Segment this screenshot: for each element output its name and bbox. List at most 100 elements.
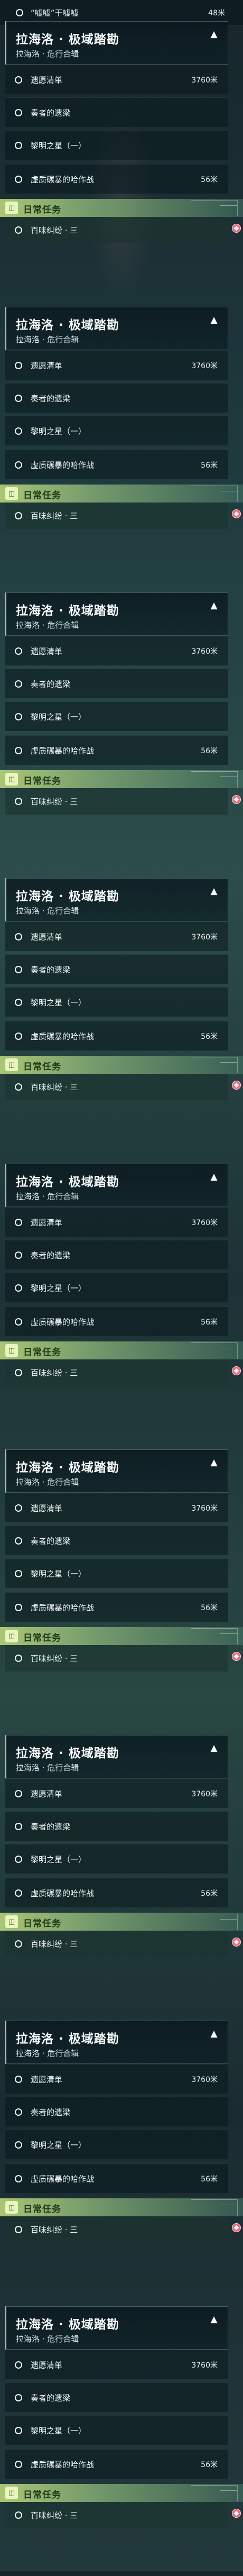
daily-quest-header[interactable]: ◫ 日常任务 <box>0 1056 243 1074</box>
quest-label: 奏者的遗梁 <box>31 965 71 974</box>
daily-quest-header[interactable]: ◫ 日常任务 <box>0 2198 243 2216</box>
radio-circle-icon <box>15 2394 22 2401</box>
quest-row[interactable]: 黎明之星（一） <box>5 1558 228 1588</box>
daily-quest-row[interactable]: 百味纠纷 · 三 <box>5 503 228 529</box>
quest-row[interactable]: 虚质碾暴的哈作战 56米 <box>5 1592 228 1622</box>
chevron-up-icon[interactable]: ▲ <box>207 27 221 42</box>
quest-row[interactable]: 奏者的遗梁 <box>5 2097 228 2126</box>
quest-row[interactable]: 虚质碾暴的哈作战 56米 <box>5 450 228 479</box>
quest-row[interactable]: 黎明之星（一） <box>5 701 228 731</box>
quest-row[interactable]: 遗愿清单 3760米 <box>5 65 228 94</box>
quest-row[interactable]: 黎明之星（一） <box>5 1844 228 1874</box>
quest-row[interactable]: 虚质碾暴的哈作战 56米 <box>5 2163 228 2193</box>
daily-quest-header[interactable]: ◫ 日常任务 <box>0 199 243 217</box>
quest-row[interactable]: 奏者的遗梁 <box>5 1240 228 1269</box>
quest-row[interactable]: 虚质碾暴的哈作战 56米 <box>5 164 228 194</box>
quest-row[interactable]: 黎明之星（一） <box>5 2415 228 2445</box>
quest-row[interactable]: 虚质碾暴的哈作战 56米 <box>5 1021 228 1051</box>
quest-row[interactable]: 遗愿清单 3760米 <box>5 1778 228 1808</box>
quest-row[interactable]: 奏者的遗梁 <box>5 954 228 984</box>
alert-diamond-icon[interactable] <box>232 2509 241 2518</box>
quest-label: 黎明之星（一） <box>31 1283 87 1293</box>
quest-label: 虚质碾暴的哈作战 <box>31 2174 95 2184</box>
quest-row[interactable]: 奏者的遗梁 <box>5 1525 228 1555</box>
group-header[interactable]: 拉海洛 · 极域踏勘 拉海洛 · 危行合辑 ▲ <box>5 1449 228 1493</box>
daily-quest-row[interactable]: 百味纠纷 · 三 <box>5 1359 228 1386</box>
daily-quest-header[interactable]: ◫ 日常任务 <box>0 1341 243 1359</box>
chevron-up-icon[interactable]: ▲ <box>207 1170 221 1184</box>
quest-distance: 56米 <box>201 1889 218 1898</box>
quest-row[interactable]: 遗愿清单 3760米 <box>5 1493 228 1522</box>
group-header[interactable]: 拉海洛 · 极域踏勘 拉海洛 · 危行合辑 ▲ <box>5 1735 228 1778</box>
group-title: 拉海洛 · 极域踏勘 <box>16 2032 119 2046</box>
quest-row[interactable]: 遗愿清单 3760米 <box>5 2064 228 2094</box>
quest-row[interactable]: 遗愿清单 3760米 <box>5 921 228 951</box>
group-header[interactable]: 拉海洛 · 极域踏勘 拉海洛 · 危行合辑 ▲ <box>5 1164 228 1207</box>
daily-quest-header[interactable]: ◫ 日常任务 <box>0 770 243 788</box>
alert-diamond-icon[interactable] <box>232 224 241 233</box>
chevron-up-icon[interactable]: ▲ <box>207 598 221 613</box>
group-subtitle: 拉海洛 · 危行合辑 <box>16 906 79 916</box>
quest-row[interactable]: 黎明之星（一） <box>5 416 228 445</box>
quest-row[interactable]: 奏者的遗梁 <box>5 669 228 698</box>
daily-quest-row[interactable]: 百味纠纷 · 三 <box>5 1645 228 1671</box>
quest-row[interactable]: 黎明之星（一） <box>5 1273 228 1302</box>
radio-circle-icon <box>15 965 22 973</box>
group-header[interactable]: 拉海洛 · 极域踏勘 拉海洛 · 危行合辑 ▲ <box>5 592 228 636</box>
chevron-up-icon[interactable]: ▲ <box>207 884 221 899</box>
daily-quest-row[interactable]: 百味纠纷 · 三 <box>5 788 228 815</box>
quest-row[interactable]: 黎明之星（一） <box>5 130 228 160</box>
quest-row[interactable]: 遗愿清单 3760米 <box>5 2350 228 2379</box>
chevron-up-icon[interactable]: ▲ <box>207 2026 221 2041</box>
quest-row[interactable]: 黎明之星（一） <box>5 987 228 1017</box>
daily-quest-title: 日常任务 <box>23 2204 61 2215</box>
group-header[interactable]: 拉海洛 · 极域踏勘 拉海洛 · 危行合辑 ▲ <box>5 307 228 350</box>
chevron-up-icon[interactable]: ▲ <box>207 1741 221 1756</box>
daily-quest-header[interactable]: ◫ 日常任务 <box>0 2484 243 2502</box>
quest-group-1: 拉海洛 · 极域踏勘 拉海洛 · 危行合辑 ▲ 遗愿清单 3760米 奏者的遗梁… <box>0 5 243 291</box>
chevron-up-icon[interactable]: ▲ <box>207 313 221 327</box>
daily-quest-row[interactable]: 百味纠纷 · 三 <box>5 2216 228 2243</box>
chevron-up-icon[interactable]: ▲ <box>207 1455 221 1470</box>
quest-row[interactable]: 虚质碾暴的哈作战 56米 <box>5 1307 228 1336</box>
group-header[interactable]: 拉海洛 · 极域踏勘 拉海洛 · 危行合辑 ▲ <box>5 2306 228 2350</box>
header-decoration <box>191 2199 238 2216</box>
chevron-up-icon[interactable]: ▲ <box>207 2312 221 2327</box>
quest-row[interactable]: 奏者的遗梁 <box>5 383 228 413</box>
quest-row[interactable]: 虚质碾暴的哈作战 56米 <box>5 735 228 765</box>
group-header[interactable]: 拉海洛 · 极域踏勘 拉海洛 · 危行合辑 ▲ <box>5 2021 228 2064</box>
quest-row[interactable]: 遗愿清单 3760米 <box>5 1207 228 1237</box>
quest-label: 奏者的遗梁 <box>31 108 71 117</box>
quest-label: 奏者的遗梁 <box>31 2393 71 2403</box>
quest-row[interactable]: 黎明之星（一） <box>5 2130 228 2159</box>
daily-quest-row[interactable]: 百味纠纷 · 三 <box>5 2502 228 2528</box>
group-subtitle: 拉海洛 · 危行合辑 <box>16 1763 79 1773</box>
quest-row[interactable]: 奏者的遗梁 <box>5 2382 228 2412</box>
daily-quest-header[interactable]: ◫ 日常任务 <box>0 1627 243 1645</box>
alert-diamond-icon[interactable] <box>232 795 241 804</box>
daily-quest-row[interactable]: 百味纠纷 · 三 <box>5 217 228 243</box>
alert-diamond-icon[interactable] <box>232 1938 241 1947</box>
quest-row[interactable]: 奏者的遗梁 <box>5 1811 228 1841</box>
quest-row[interactable]: 遗愿清单 3760米 <box>5 636 228 665</box>
alert-diamond-icon[interactable] <box>232 1366 241 1375</box>
alert-diamond-icon[interactable] <box>232 509 241 518</box>
daily-quest-row[interactable]: 百味纠纷 · 三 <box>5 1074 228 1100</box>
alert-diamond-icon[interactable] <box>232 1081 241 1090</box>
quest-row[interactable]: 虚质碾暴的哈作战 56米 <box>5 1878 228 1907</box>
group-header[interactable]: 拉海洛 · 极域踏勘 拉海洛 · 危行合辑 ▲ <box>5 878 228 921</box>
quest-row[interactable]: 遗愿清单 3760米 <box>5 350 228 380</box>
radio-circle-icon <box>15 1655 22 1662</box>
daily-quest-header[interactable]: ◫ 日常任务 <box>0 1913 243 1931</box>
quest-row[interactable]: 奏者的遗梁 <box>5 97 228 127</box>
radio-circle-icon <box>15 1284 22 1292</box>
quest-row[interactable]: 虚质碾暴的哈作战 56米 <box>5 2449 228 2479</box>
radio-circle-icon <box>15 1083 22 1091</box>
daily-task-icon: ◫ <box>5 773 18 785</box>
radio-circle-icon <box>15 1369 22 1376</box>
group-header[interactable]: 拉海洛 · 极域踏勘 拉海洛 · 危行合辑 ▲ <box>5 21 228 65</box>
alert-diamond-icon[interactable] <box>232 1652 241 1661</box>
daily-quest-header[interactable]: ◫ 日常任务 <box>0 485 243 503</box>
daily-quest-row[interactable]: 百味纠纷 · 三 <box>5 1931 228 1957</box>
alert-diamond-icon[interactable] <box>232 2223 241 2232</box>
